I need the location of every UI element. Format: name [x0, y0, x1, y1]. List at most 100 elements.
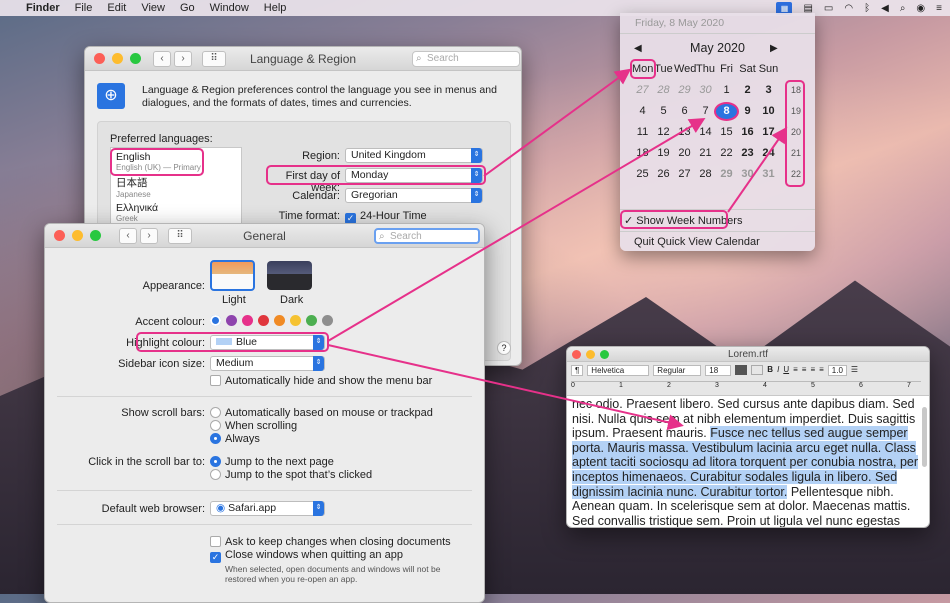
- calendar-day[interactable]: 6: [674, 104, 695, 119]
- menu-window[interactable]: Window: [210, 2, 249, 14]
- volume-icon[interactable]: ◀: [881, 3, 889, 14]
- calendar-day[interactable]: 22: [716, 146, 737, 161]
- next-month-button[interactable]: ▶: [770, 43, 778, 54]
- region-popup[interactable]: United Kingdom ⇕: [345, 148, 483, 163]
- accent-swatch[interactable]: [274, 315, 285, 326]
- accent-swatch[interactable]: [242, 315, 253, 326]
- sidebar-size-popup[interactable]: Medium ⇕: [210, 356, 325, 371]
- align-right-icon[interactable]: ≡: [810, 365, 815, 376]
- font-style-popup[interactable]: Regular: [653, 365, 702, 376]
- ruler[interactable]: 0 1 2 3 4 5 6 7: [571, 381, 921, 393]
- calendar-day[interactable]: 19: [653, 146, 674, 161]
- browser-popup[interactable]: ◉ Safari.app ⇕: [210, 501, 325, 516]
- siri-icon[interactable]: ◉: [916, 3, 925, 14]
- calendar-day[interactable]: 21: [695, 146, 716, 161]
- align-center-icon[interactable]: ≡: [802, 365, 807, 376]
- search-field[interactable]: Search: [374, 228, 480, 244]
- accent-swatch[interactable]: [258, 315, 269, 326]
- airplay-icon[interactable]: ▭: [824, 3, 833, 14]
- underline-button[interactable]: U: [783, 365, 789, 376]
- calendar-day[interactable]: 20: [674, 146, 695, 161]
- zoom-button[interactable]: [600, 349, 609, 359]
- calendar-day[interactable]: 11: [632, 125, 653, 140]
- calendar-day[interactable]: 13: [674, 125, 695, 140]
- calendar-day[interactable]: 18: [632, 146, 653, 161]
- menu-help[interactable]: Help: [264, 2, 287, 14]
- font-family-popup[interactable]: Helvetica: [587, 365, 650, 376]
- spotlight-icon[interactable]: ⌕: [900, 3, 906, 14]
- menu-app-name[interactable]: Finder: [26, 2, 60, 14]
- bold-button[interactable]: B: [767, 365, 773, 376]
- menu-edit[interactable]: Edit: [107, 2, 126, 14]
- jump-spot-radio[interactable]: Jump to the spot that’s clicked: [210, 469, 372, 481]
- minimize-button[interactable]: [72, 230, 83, 241]
- accent-swatch[interactable]: [322, 315, 333, 326]
- line-spacing-popup[interactable]: 1.0: [827, 365, 847, 376]
- calendar-day[interactable]: 7: [695, 104, 716, 119]
- calendar-day[interactable]: 1: [716, 83, 737, 98]
- align-left-icon[interactable]: ≡: [793, 365, 798, 376]
- appearance-dark-thumb[interactable]: [267, 261, 312, 290]
- calendar-day[interactable]: 29: [674, 83, 695, 98]
- calendar-day[interactable]: 4: [632, 104, 653, 119]
- time-format-checkbox[interactable]: ✓ 24-Hour Time: [345, 210, 427, 224]
- text-color-button[interactable]: [735, 365, 748, 375]
- font-size-popup[interactable]: 18: [705, 365, 732, 376]
- calendar-day[interactable]: 30: [695, 83, 716, 98]
- paragraph-style-button[interactable]: ¶: [571, 365, 584, 376]
- zoom-button[interactable]: [90, 230, 101, 241]
- show-all-button[interactable]: ⠿: [168, 227, 192, 244]
- wifi-icon[interactable]: ◠: [844, 3, 853, 14]
- highlight-color-button[interactable]: [751, 365, 764, 375]
- calendar-day[interactable]: 24: [758, 146, 779, 161]
- forward-button[interactable]: ›: [140, 227, 158, 244]
- calendar-day[interactable]: 28: [653, 83, 674, 98]
- justify-icon[interactable]: ≡: [819, 365, 824, 376]
- calendar-day[interactable]: 31: [758, 167, 779, 182]
- calendar-day[interactable]: 3: [758, 83, 779, 98]
- accent-swatch[interactable]: [226, 315, 237, 326]
- calendar-day[interactable]: 5: [653, 104, 674, 119]
- autohide-menubar-checkbox[interactable]: Automatically hide and show the menu bar: [210, 375, 432, 387]
- jump-next-page-radio[interactable]: Jump to the next page: [210, 456, 334, 468]
- help-button[interactable]: ?: [497, 341, 511, 355]
- calendar-day[interactable]: 27: [674, 167, 695, 182]
- close-button[interactable]: [572, 349, 581, 359]
- ask-keep-changes-checkbox[interactable]: Ask to keep changes when closing documen…: [210, 536, 451, 548]
- appearance-light-thumb[interactable]: [210, 260, 255, 291]
- calendar-day[interactable]: 8: [716, 104, 737, 119]
- scroll-when-scrolling-radio[interactable]: When scrolling: [210, 420, 297, 432]
- calendar-day[interactable]: 25: [632, 167, 653, 182]
- calendar-day[interactable]: 16: [737, 125, 758, 140]
- document-text[interactable]: nec odio. Praesent libero. Sed cursus an…: [569, 397, 924, 527]
- accent-swatch[interactable]: [290, 315, 301, 326]
- minimize-button[interactable]: [112, 53, 123, 64]
- menu-view[interactable]: View: [141, 2, 165, 14]
- calendar-popup[interactable]: Gregorian ⇕: [345, 188, 483, 203]
- language-item-greek[interactable]: Ελληνικά Greek: [111, 199, 241, 223]
- forward-button[interactable]: ›: [174, 50, 192, 67]
- menu-go[interactable]: Go: [180, 2, 195, 14]
- calendar-day[interactable]: 15: [716, 125, 737, 140]
- calendar-day[interactable]: 14: [695, 125, 716, 140]
- list-icon[interactable]: ☰: [851, 365, 858, 376]
- calendar-day[interactable]: 28: [695, 167, 716, 182]
- search-field[interactable]: Search: [412, 51, 520, 67]
- accent-swatch[interactable]: [306, 315, 317, 326]
- back-button[interactable]: ‹: [119, 227, 137, 244]
- italic-button[interactable]: I: [777, 365, 779, 376]
- control-center-icon[interactable]: ≡: [936, 3, 942, 14]
- calendar-day[interactable]: 23: [737, 146, 758, 161]
- calendar-day[interactable]: 17: [758, 125, 779, 140]
- calendar-day[interactable]: 9: [737, 104, 758, 119]
- calendar-day[interactable]: 26: [653, 167, 674, 182]
- calendar-day[interactable]: 30: [737, 167, 758, 182]
- accent-swatch[interactable]: [210, 315, 221, 326]
- grid-icon[interactable]: ▤: [803, 3, 812, 14]
- bluetooth-icon[interactable]: ᛒ: [864, 3, 870, 14]
- calendar-day[interactable]: 27: [632, 83, 653, 98]
- quit-calendar-item[interactable]: Quit Quick View Calendar: [634, 236, 760, 248]
- close-button[interactable]: [94, 53, 105, 64]
- calendar-day[interactable]: 10: [758, 104, 779, 119]
- scroll-always-radio[interactable]: Always: [210, 433, 260, 445]
